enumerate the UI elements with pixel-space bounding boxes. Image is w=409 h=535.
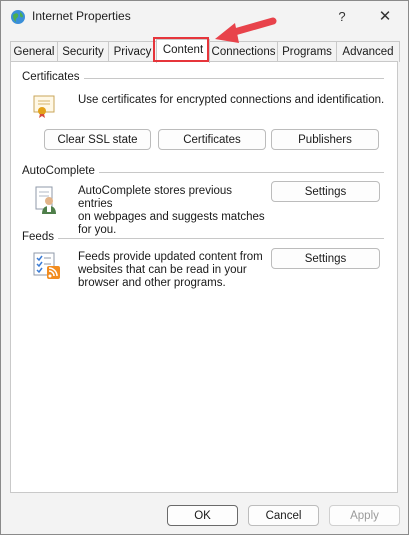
help-button[interactable]: ?	[331, 7, 353, 27]
tab-security[interactable]: Security	[57, 41, 109, 62]
feeds-rss-icon	[33, 252, 60, 279]
ok-button[interactable]: OK	[167, 505, 238, 526]
autocomplete-description: AutoComplete stores previous entries on …	[78, 185, 268, 237]
tab-advanced[interactable]: Advanced	[336, 41, 400, 62]
feeds-group-title: Feeds	[22, 231, 58, 243]
close-button[interactable]: ✕	[373, 7, 397, 27]
autocomplete-user-icon	[35, 186, 56, 214]
autocomplete-description-line-1: AutoComplete stores previous entries	[78, 185, 233, 210]
publishers-button[interactable]: Publishers	[271, 129, 379, 150]
feeds-description: Feeds provide updated content from websi…	[78, 251, 268, 290]
internet-properties-dialog: Internet Properties ? ✕ General Security…	[0, 0, 409, 535]
feeds-divider	[57, 238, 384, 239]
autocomplete-description-line-2: on webpages and suggests matches	[78, 211, 265, 223]
autocomplete-divider	[94, 172, 384, 173]
tab-privacy[interactable]: Privacy	[108, 41, 157, 62]
clear-ssl-state-button[interactable]: Clear SSL state	[44, 129, 151, 150]
autocomplete-group-title: AutoComplete	[22, 165, 99, 177]
certificates-button[interactable]: Certificates	[158, 129, 266, 150]
autocomplete-description-line-3: for you.	[78, 224, 117, 236]
feeds-description-line-2: websites that can be read in your	[78, 264, 247, 276]
tab-programs[interactable]: Programs	[277, 41, 337, 62]
certificates-divider	[81, 78, 384, 79]
certificates-description: Use certificates for encrypted connectio…	[78, 94, 385, 106]
feeds-description-line-3: browser and other programs.	[78, 277, 226, 289]
feeds-settings-button[interactable]: Settings	[271, 248, 380, 269]
certificates-group-title: Certificates	[22, 71, 84, 83]
apply-button[interactable]: Apply	[329, 505, 400, 526]
feeds-description-line-1: Feeds provide updated content from	[78, 251, 263, 263]
cancel-button[interactable]: Cancel	[248, 505, 319, 526]
content-panel: Certificates Use certificates for encryp…	[10, 61, 398, 493]
autocomplete-settings-button[interactable]: Settings	[271, 181, 380, 202]
annotation-arrow-icon	[215, 17, 277, 43]
globe-icon	[11, 10, 25, 24]
certificate-icon	[33, 95, 55, 118]
window-title: Internet Properties	[32, 9, 131, 23]
tab-general[interactable]: General	[10, 41, 58, 62]
